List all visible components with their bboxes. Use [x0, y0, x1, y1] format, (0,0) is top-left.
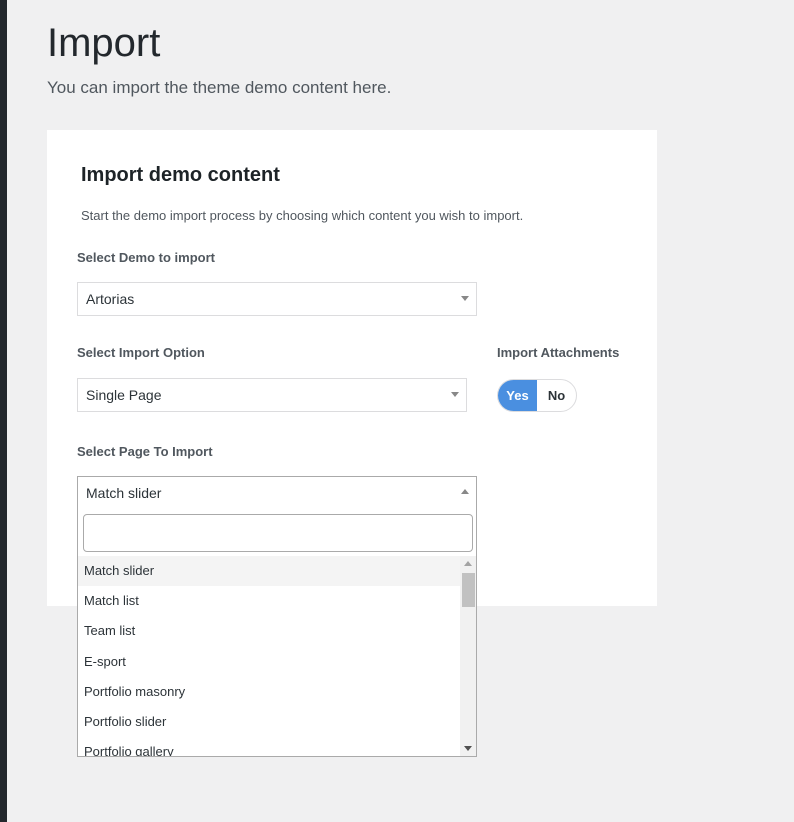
- dropdown-option[interactable]: Match list: [78, 586, 460, 616]
- dropdown-option[interactable]: Portfolio slider: [78, 707, 460, 737]
- card-description: Start the demo import process by choosin…: [81, 208, 524, 223]
- toggle-yes-option[interactable]: Yes: [498, 380, 537, 411]
- demo-select[interactable]: Artorias: [77, 282, 477, 316]
- chevron-down-icon: [451, 392, 459, 397]
- dropdown-scrollbar[interactable]: [460, 556, 476, 756]
- admin-sidebar-edge: [0, 0, 7, 822]
- card-title: Import demo content: [81, 164, 280, 186]
- dropdown-option[interactable]: Team list: [78, 616, 460, 646]
- page-subtitle: You can import the theme demo content he…: [47, 78, 392, 97]
- dropdown-option[interactable]: Match slider: [78, 556, 460, 587]
- scroll-up-arrow-icon[interactable]: [464, 561, 472, 566]
- chevron-up-icon: [461, 489, 469, 494]
- demo-select-value: Artorias: [86, 291, 135, 307]
- import-option-label: Select Import Option: [77, 345, 205, 360]
- dropdown-search-input[interactable]: [83, 514, 473, 552]
- scroll-down-arrow-icon[interactable]: [464, 746, 472, 751]
- dropdown-option[interactable]: E-sport: [78, 647, 460, 677]
- page-title: Import: [47, 21, 161, 65]
- demo-select-label: Select Demo to import: [77, 250, 215, 265]
- dropdown-option[interactable]: Portfolio gallery: [78, 737, 460, 756]
- scrollbar-thumb[interactable]: [462, 573, 475, 607]
- import-option-value: Single Page: [86, 387, 162, 403]
- import-attachments-toggle[interactable]: Yes No: [497, 379, 577, 412]
- page-select[interactable]: Match slider: [77, 476, 477, 510]
- page-select-label: Select Page To Import: [77, 444, 213, 459]
- dropdown-options-list: Match slider Match list Team list E-sport Po…: [78, 556, 460, 756]
- import-attachments-label: Import Attachments: [497, 345, 620, 360]
- import-option-select[interactable]: Single Page: [77, 378, 467, 412]
- toggle-no-option[interactable]: No: [537, 380, 576, 411]
- page-select-value: Match slider: [86, 485, 162, 501]
- chevron-down-icon: [461, 296, 469, 301]
- dropdown-option[interactable]: Portfolio masonry: [78, 677, 460, 707]
- page-select-dropdown: Match slider Match list Team list E-sport Po…: [77, 509, 477, 757]
